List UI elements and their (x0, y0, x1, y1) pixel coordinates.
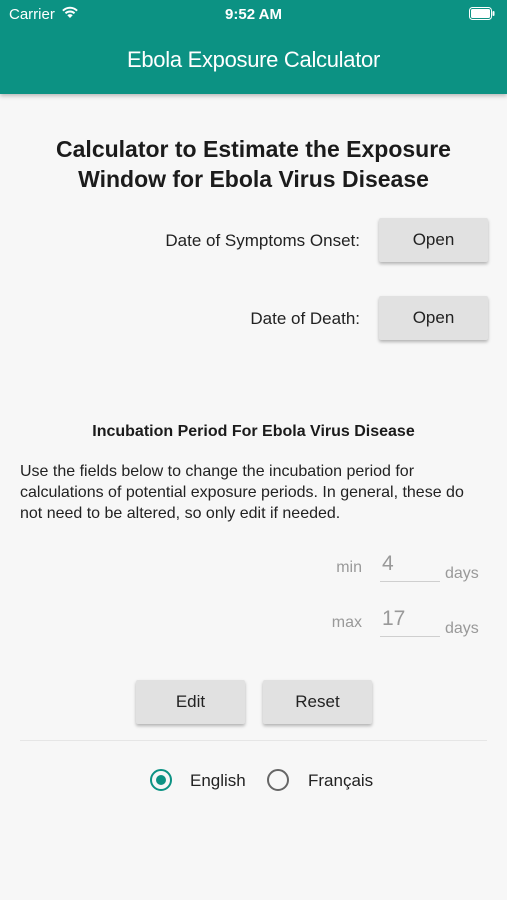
language-radio-francais[interactable] (267, 769, 289, 791)
clock: 9:52 AM (225, 6, 282, 23)
battery-icon (469, 7, 495, 24)
death-date-label: Date of Death: (250, 309, 360, 328)
status-bar: Carrier 9:52 AM (0, 0, 507, 28)
app-header: Carrier 9:52 AM Ebola Exposure Calculato… (0, 0, 507, 94)
page-title-line-1: Calculator to Estimate the Exposure (56, 136, 451, 162)
page-title: Calculator to Estimate the Exposure Wind… (0, 134, 507, 194)
reset-button[interactable]: Reset (263, 680, 372, 724)
death-date-open-button[interactable]: Open (379, 296, 488, 340)
min-unit: days (445, 565, 479, 582)
language-label-francais: Français (308, 771, 374, 790)
page-title-line-2: Window for Ebola Virus Disease (78, 166, 429, 192)
symptoms-onset-open-button[interactable]: Open (379, 218, 488, 262)
max-unit: days (445, 620, 479, 637)
language-radio-english[interactable] (150, 769, 172, 791)
app-title: Ebola Exposure Calculator (127, 47, 380, 72)
max-label: max (331, 614, 362, 631)
min-days-input[interactable] (380, 546, 440, 582)
incubation-title: Incubation Period For Ebola Virus Diseas… (92, 423, 415, 440)
incubation-description: Use the fields below to change the incub… (20, 463, 464, 522)
min-label: min (336, 559, 362, 576)
edit-button[interactable]: Edit (136, 680, 245, 724)
symptoms-onset-label: Date of Symptoms Onset: (165, 231, 360, 250)
max-days-input[interactable] (380, 601, 440, 637)
divider (20, 740, 487, 741)
language-label-english: English (190, 771, 246, 790)
